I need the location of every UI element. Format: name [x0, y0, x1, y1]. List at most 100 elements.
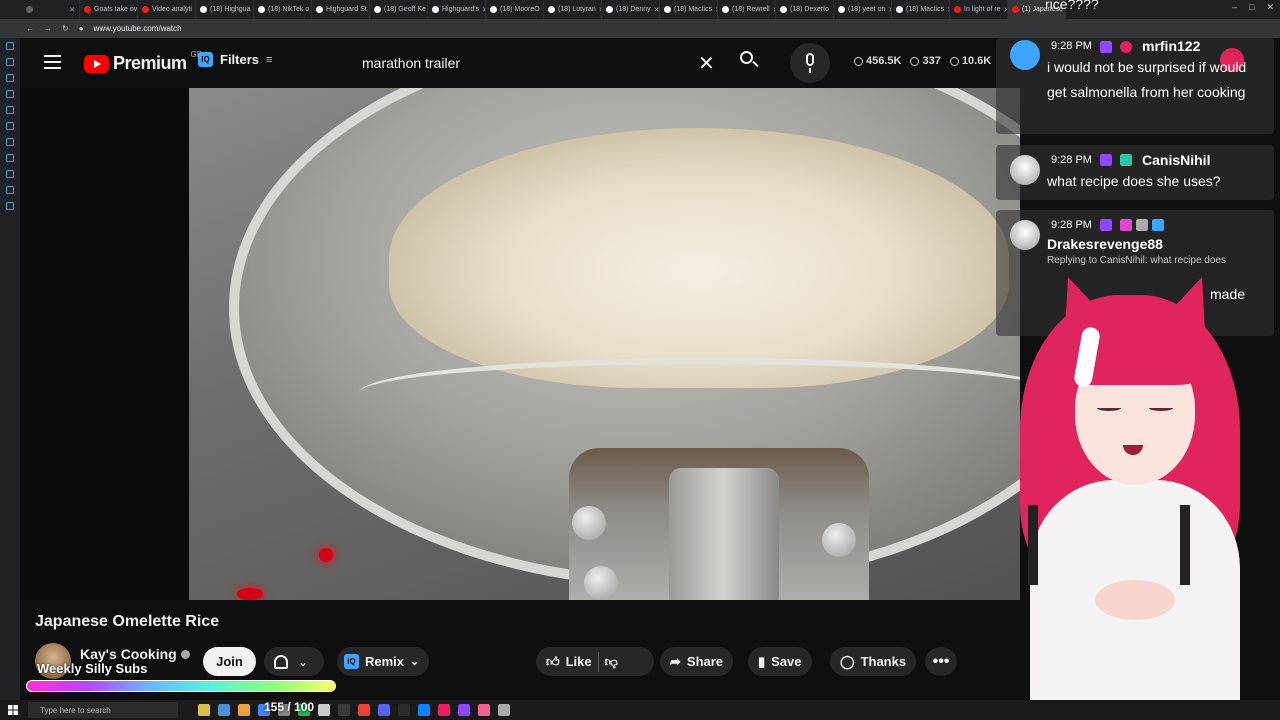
app-icon[interactable]: [398, 704, 410, 716]
app-icon[interactable]: [498, 704, 510, 716]
browser-tab[interactable]: (18) Highgua✕: [196, 0, 254, 19]
save-label: Save: [771, 654, 802, 669]
tab-favicon-icon: [374, 6, 381, 13]
app-icon[interactable]: [218, 704, 230, 716]
tab-favicon-icon: [1012, 6, 1019, 13]
browser-tab[interactable]: In light of re✕: [950, 0, 1008, 19]
app-icon[interactable]: [378, 704, 390, 716]
side-panel-icon[interactable]: [6, 186, 14, 194]
browser-tab[interactable]: (18) Geoff Ke✕: [370, 0, 428, 19]
thanks-icon: ◯: [840, 653, 855, 669]
side-panel-icon[interactable]: [6, 170, 14, 178]
tab-label: (18) Mactics: [674, 6, 713, 13]
sub-goal-count: 155 / 100: [264, 700, 315, 714]
forward-icon[interactable]: →: [44, 24, 52, 33]
tab-favicon-icon: [896, 6, 903, 13]
close-tab-icon[interactable]: ✕: [69, 6, 75, 14]
app-icon[interactable]: [478, 704, 490, 716]
filters-button[interactable]: IQ Filters ≡: [198, 52, 272, 67]
minimize-icon[interactable]: –: [1232, 2, 1237, 13]
search-icon: [740, 51, 753, 64]
search-box[interactable]: marathon trailer ✕: [352, 46, 748, 80]
thanks-button[interactable]: ◯ Thanks: [830, 647, 917, 676]
tab-favicon-icon: [838, 6, 845, 13]
chat-text: what recipe does she uses?: [1047, 173, 1221, 189]
remix-label: Remix: [365, 654, 405, 669]
taskbar-search[interactable]: Type here to search: [28, 702, 178, 718]
voice-search-button[interactable]: [790, 43, 830, 83]
close-window-icon[interactable]: ✕: [1266, 2, 1274, 13]
url-field[interactable]: www.youtube.com/watch: [94, 24, 182, 33]
side-panel-icon[interactable]: [6, 138, 14, 146]
join-button[interactable]: Join: [203, 647, 256, 676]
browser-tab[interactable]: (18) MooreO✕: [486, 0, 544, 19]
save-button[interactable]: ▮ Save: [748, 647, 812, 676]
side-panel-icon[interactable]: [6, 106, 14, 114]
browser-tab[interactable]: (18) Mactics✕: [892, 0, 950, 19]
browser-tab[interactable]: ✕: [22, 0, 80, 19]
maximize-icon[interactable]: □: [1249, 2, 1254, 13]
red-light: [237, 588, 263, 600]
app-icon[interactable]: [318, 704, 330, 716]
side-panel-icon[interactable]: [6, 154, 14, 162]
youtube-play-icon: [84, 54, 109, 73]
microphone-icon: [806, 53, 814, 66]
browser-tab[interactable]: (18) yeet on✕: [834, 0, 892, 19]
browser-tab[interactable]: (18) Lutyran✕: [544, 0, 602, 19]
sub-badge-icon: [1100, 154, 1112, 166]
side-panel-icon[interactable]: [6, 74, 14, 82]
app-icon[interactable]: [458, 704, 470, 716]
browser-tab[interactable]: (18) Dexerto✕: [776, 0, 834, 19]
search-button[interactable]: [736, 48, 764, 76]
like-button[interactable]: Like: [566, 654, 592, 669]
search-input[interactable]: marathon trailer: [362, 55, 460, 71]
app-icon[interactable]: [438, 704, 450, 716]
side-panel-icon[interactable]: [6, 58, 14, 66]
notifications-button[interactable]: ⌄: [264, 647, 324, 676]
browser-tab[interactable]: (18) Rewrell✕: [718, 0, 776, 19]
channel-name[interactable]: Kay's Cooking: [80, 646, 190, 662]
browser-tab[interactable]: Highguard's✕: [428, 0, 486, 19]
thumbs-up-icon[interactable]: 👍︎: [546, 654, 560, 670]
red-light: [319, 548, 333, 562]
clock-icon: [854, 56, 863, 66]
gift-badge-icon: [1120, 154, 1132, 166]
tab-favicon-icon: [490, 6, 497, 13]
side-panel-icon[interactable]: [6, 122, 14, 130]
side-panel-icon[interactable]: [6, 42, 14, 50]
video-player[interactable]: [20, 88, 1020, 600]
app-icon[interactable]: [338, 704, 350, 716]
app-icon[interactable]: [198, 704, 210, 716]
windows-taskbar: Type here to search: [0, 700, 1280, 720]
close-tab-icon[interactable]: ✕: [654, 6, 659, 14]
reload-icon[interactable]: ↻: [62, 24, 69, 33]
app-icon[interactable]: [358, 704, 370, 716]
browser-tab[interactable]: Video analyti✕: [138, 0, 196, 19]
side-panel-icon[interactable]: [6, 202, 14, 210]
clear-search-icon[interactable]: ✕: [698, 51, 715, 76]
tab-favicon-icon: [200, 6, 207, 13]
chat-username: CanisNihil: [1142, 152, 1211, 168]
chat-time: 9:28 PM: [1051, 219, 1092, 231]
menu-icon[interactable]: [44, 55, 61, 69]
browser-tab[interactable]: Goats take ov✕: [80, 0, 138, 19]
browser-tab[interactable]: (18) Denny ✕: [602, 0, 660, 19]
back-icon[interactable]: ←: [26, 24, 34, 33]
side-panel-icon[interactable]: [6, 90, 14, 98]
video-frame[interactable]: [189, 88, 1020, 600]
more-actions-button[interactable]: •••: [925, 647, 957, 676]
youtube-premium-logo[interactable]: Premium GB: [84, 50, 202, 74]
pot-rim: [359, 358, 1020, 428]
logo-text: Premium: [113, 53, 187, 73]
browser-tab[interactable]: (18) Mactics✕: [660, 0, 718, 19]
sub-badge-icon: [1100, 219, 1112, 231]
browser-tab[interactable]: Highguard St✕: [312, 0, 370, 19]
tab-label: (18) NikTek o: [268, 6, 310, 13]
thumbs-down-icon[interactable]: 👎︎: [605, 654, 618, 670]
app-icon[interactable]: [418, 704, 430, 716]
app-icon[interactable]: [238, 704, 250, 716]
browser-tab[interactable]: (18) NikTek o✕: [254, 0, 312, 19]
windows-start-icon[interactable]: [8, 705, 18, 715]
remix-button[interactable]: IQ Remix ⌄: [337, 647, 429, 676]
share-button[interactable]: ➦ Share: [660, 647, 734, 676]
